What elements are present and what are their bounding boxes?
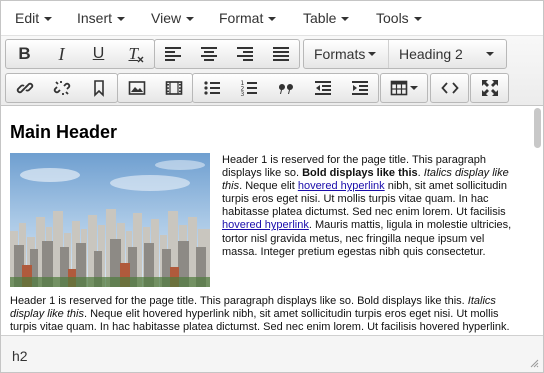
code-group — [430, 73, 469, 103]
format-select-group: Formats Heading 2 — [303, 39, 507, 69]
chevron-down-icon — [410, 86, 418, 90]
anchor-button[interactable] — [80, 74, 117, 102]
element-path[interactable]: h2 — [12, 348, 28, 364]
menu-tools-label: Tools — [376, 10, 409, 26]
image-icon — [128, 81, 145, 95]
link-icon — [16, 82, 33, 94]
table-group — [380, 73, 428, 103]
chevron-down-icon — [44, 17, 53, 22]
city-skyline-image — [10, 153, 210, 287]
menu-format[interactable]: Format — [219, 10, 277, 26]
remove-link-button[interactable] — [43, 74, 80, 102]
blockquote-icon — [278, 84, 293, 94]
media-icon — [165, 81, 182, 95]
alignment-group — [154, 39, 300, 69]
bookmark-icon — [93, 80, 104, 97]
clear-formatting-icon: T — [127, 44, 145, 63]
fullscreen-group — [470, 73, 509, 103]
bold-button[interactable]: B — [6, 40, 43, 68]
clear-formatting-button[interactable]: T — [117, 40, 154, 68]
underline-button[interactable]: U — [80, 40, 117, 68]
resize-handle-icon[interactable] — [529, 358, 539, 368]
chevron-down-icon — [186, 17, 195, 22]
para1-text-3: . Neque elit — [239, 180, 298, 193]
bullet-list-button[interactable] — [193, 74, 230, 102]
indent-button[interactable] — [341, 74, 378, 102]
main-header: Main Header — [10, 122, 118, 142]
align-justify-icon — [273, 47, 289, 61]
chevron-down-icon — [341, 17, 350, 22]
insert-media-button[interactable] — [155, 74, 192, 102]
rich-text-editor: Edit Insert View Format Table Tools B I … — [0, 0, 544, 373]
menu-insert-label: Insert — [77, 10, 113, 26]
text-format-group: B I U T — [5, 39, 155, 69]
italic-button[interactable]: I — [43, 40, 80, 68]
align-center-button[interactable] — [191, 40, 227, 68]
table-icon — [390, 80, 408, 96]
align-left-button[interactable] — [155, 40, 191, 68]
list-group: 123 — [192, 73, 379, 103]
table-button[interactable] — [381, 74, 427, 102]
chevron-down-icon — [486, 52, 494, 56]
hyperlink-2[interactable]: hovered hyperlink — [222, 219, 309, 231]
chevron-down-icon — [268, 17, 277, 22]
bold-icon: B — [18, 44, 31, 63]
align-left-icon — [165, 47, 181, 61]
menu-table[interactable]: Table — [303, 10, 350, 26]
hyperlink-1[interactable]: hovered hyperlink — [298, 180, 385, 192]
menu-tools[interactable]: Tools — [376, 10, 422, 26]
align-justify-button[interactable] — [263, 40, 299, 68]
statusbar: h2 — [1, 335, 543, 372]
scrollbar-thumb[interactable] — [534, 108, 541, 148]
fullscreen-icon — [481, 80, 498, 96]
code-icon — [440, 82, 459, 94]
intro-paragraph: Header 1 is reserved for the page title.… — [222, 154, 522, 259]
source-code-button[interactable] — [431, 74, 468, 102]
menu-view-label: View — [151, 10, 182, 26]
menu-edit-label: Edit — [15, 10, 40, 26]
para2-text-1: Header 1 is reserved for the page title.… — [10, 295, 468, 307]
formats-label: Formats — [314, 46, 366, 62]
menu-edit[interactable]: Edit — [15, 10, 53, 26]
indent-icon — [351, 81, 368, 95]
menu-view[interactable]: View — [151, 10, 195, 26]
svg-text:3: 3 — [240, 91, 244, 97]
insert-link-button[interactable] — [6, 74, 43, 102]
link-group — [5, 73, 118, 103]
numbered-list-button[interactable]: 123 — [230, 74, 267, 102]
menubar: Edit Insert View Format Table Tools — [1, 1, 543, 36]
formats-dropdown[interactable]: Formats — [304, 40, 388, 68]
block-format-value: Heading 2 — [399, 46, 463, 62]
chevron-down-icon — [117, 17, 126, 22]
media-group — [117, 73, 193, 103]
block-format-dropdown[interactable]: Heading 2 — [388, 40, 506, 68]
insert-image-button[interactable] — [118, 74, 155, 102]
bullet-list-icon — [203, 81, 220, 95]
align-right-icon — [237, 47, 253, 61]
para1-bold: Bold displays like this — [302, 167, 418, 180]
italic-icon: I — [58, 43, 65, 64]
skyline-illustration — [10, 153, 210, 287]
menu-table-label: Table — [303, 10, 337, 26]
underline-icon: U — [92, 45, 105, 62]
chevron-down-icon — [413, 17, 422, 22]
fullscreen-button[interactable] — [471, 74, 508, 102]
menu-insert[interactable]: Insert — [77, 10, 126, 26]
numbered-list-icon: 123 — [240, 80, 257, 97]
outdent-button[interactable] — [304, 74, 341, 102]
outdent-icon — [314, 81, 331, 95]
align-center-icon — [201, 47, 217, 61]
menu-format-label: Format — [219, 10, 264, 26]
align-right-button[interactable] — [227, 40, 263, 68]
blockquote-button[interactable] — [267, 74, 304, 102]
unlink-icon — [53, 81, 70, 95]
clear-x-icon — [137, 56, 143, 63]
chevron-down-icon — [368, 52, 376, 56]
toolbar: B I U T Formats Heading 2 1 2 3 — [1, 36, 543, 106]
